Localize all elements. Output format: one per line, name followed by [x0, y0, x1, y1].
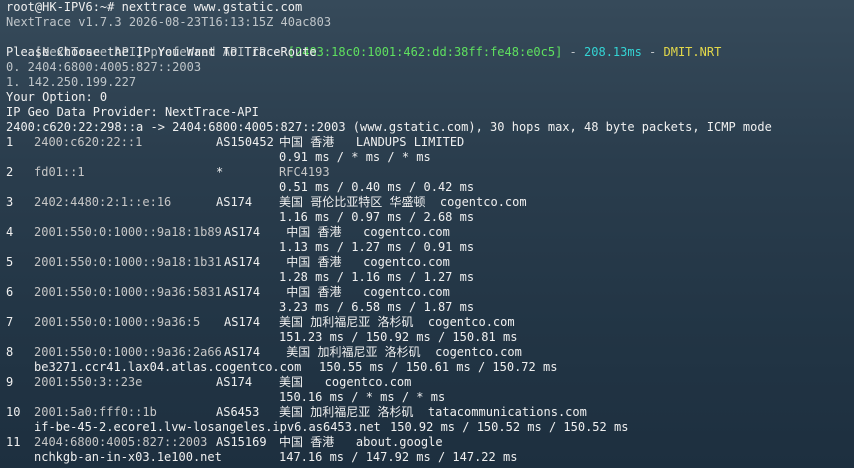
- hop-ip: 2400:c620:22::1: [34, 135, 143, 149]
- hop-asn: AS174: [224, 345, 261, 359]
- hop-asn: AS174: [224, 255, 261, 269]
- hop-geo: 中国 香港 LANDUPS LIMITED: [279, 135, 465, 149]
- hop-ip: 2001:550:0:1000::9a36:2a66: [34, 345, 222, 359]
- geo-provider-line: IP Geo Data Provider: NextTrace-API: [6, 105, 259, 119]
- hop-row: 1 2400:c620:22::1 AS150452 中国 香港 LANDUPS…: [6, 135, 464, 150]
- hop-rtt: 0.91 ms / * ms / * ms: [279, 150, 431, 164]
- hop-number: 11: [6, 435, 21, 449]
- hop-rtt: 0.51 ms / 0.40 ms / 0.42 ms: [279, 180, 475, 194]
- hop-asn: AS174: [224, 315, 261, 329]
- hop-asn: AS150452: [216, 135, 274, 149]
- hop-row: 2 fd01::1 * RFC4193: [6, 165, 330, 180]
- hop-ip: 2001:5a0:fff0::1b: [34, 405, 157, 419]
- hop-asn: AS6453: [216, 405, 260, 419]
- hop-hostname: be3271.ccr41.lax04.atlas.cogentco.com: [34, 360, 302, 374]
- hop-rtt: 151.23 ms / 150.92 ms / 150.81 ms: [279, 330, 518, 344]
- your-option-line: Your Option: 0: [6, 90, 108, 104]
- hop-number: 3: [6, 195, 14, 209]
- hop-rtt: 150.92 ms / 150.52 ms / 150.52 ms: [390, 420, 629, 434]
- hop-geo: 中国 香港 cogentco.com: [279, 225, 450, 239]
- hop-rtt-row: 150.16 ms / * ms / * ms: [6, 390, 445, 405]
- hop-asn: AS174: [224, 285, 261, 299]
- hop-geo: 中国 香港 cogentco.com: [279, 285, 450, 299]
- hop-row: 6 2001:550:0:1000::9a36:5831 AS174 中国 香港…: [6, 285, 450, 300]
- hop-host-row: if-be-45-2.ecore1.lvw-losangeles.ipv6.as…: [6, 420, 628, 435]
- hop-asn: AS174: [224, 225, 261, 239]
- hop-number: 5: [6, 255, 14, 269]
- hop-geo: 美国 cogentco.com: [279, 375, 412, 389]
- hop-rtt: 1.28 ms / 1.16 ms / 1.27 ms: [279, 270, 475, 284]
- hop-number: 7: [6, 315, 14, 329]
- hop-ip: 2001:550:0:1000::9a18:1b89: [34, 225, 222, 239]
- hop-row: 3 2402:4480:2:1::e:16 AS174 美国 哥伦比亚特区 华盛…: [6, 195, 527, 210]
- hop-asn: *: [216, 165, 224, 179]
- hop-hostname: if-be-45-2.ecore1.lvw-losangeles.ipv6.as…: [34, 420, 381, 434]
- hop-ip: 2402:4480:2:1::e:16: [34, 195, 172, 209]
- hop-geo: 美国 加利福尼亚 洛杉矶 cogentco.com: [279, 315, 515, 329]
- ip-option-0: 0. 2404:6800:4005:827::2003: [6, 60, 202, 74]
- hop-geo: 中国 香港 about.google: [279, 435, 443, 449]
- hop-rtt-row: 1.28 ms / 1.16 ms / 1.27 ms: [6, 270, 474, 285]
- choose-ip-line: Please Choose the IP You Want To TraceRo…: [6, 45, 317, 59]
- hop-ip: 2001:550:0:1000::9a36:5831: [34, 285, 222, 299]
- hop-row: 7 2001:550:0:1000::9a36:5 AS174 美国 加利福尼亚…: [6, 315, 515, 330]
- hop-geo: 美国 加利福尼亚 洛杉矶 tatacommunications.com: [279, 405, 587, 419]
- hop-geo: 美国 加利福尼亚 洛杉矶 cogentco.com: [279, 345, 522, 359]
- hop-number: 9: [6, 375, 14, 389]
- hop-rtt: 150.16 ms / * ms / * ms: [279, 390, 446, 404]
- hop-rtt-row: 1.13 ms / 1.27 ms / 0.91 ms: [6, 240, 474, 255]
- hop-number: 1: [6, 135, 14, 149]
- hop-asn: AS174: [216, 375, 253, 389]
- hop-row: 10 2001:5a0:fff0::1b AS6453 美国 加利福尼亚 洛杉矶…: [6, 405, 587, 420]
- hop-rtt-row: 151.23 ms / 150.92 ms / 150.81 ms: [6, 330, 517, 345]
- ip-option-1: 1. 142.250.199.227: [6, 75, 137, 89]
- hop-ip: 2001:550:0:1000::9a36:5: [34, 315, 201, 329]
- hop-number: 2: [6, 165, 14, 179]
- hop-rtt-row: 0.91 ms / * ms / * ms: [6, 150, 431, 165]
- hop-geo: RFC4193: [279, 165, 330, 179]
- hop-row: 4 2001:550:0:1000::9a18:1b89 AS174 中国 香港…: [6, 225, 450, 240]
- api-latency: 208.13ms: [584, 45, 642, 59]
- shell-prompt-line: root@HK-IPV6:~# nexttrace www.gstatic.co…: [6, 0, 303, 14]
- hop-number: 6: [6, 285, 14, 299]
- hop-number: 8: [6, 345, 14, 359]
- version-line: NextTrace v1.7.3 2026-08-23T16:13:15Z 40…: [6, 15, 332, 29]
- api-separator-2: -: [641, 45, 664, 59]
- hop-hostname: nchkgb-an-in-x03.1e100.net: [34, 450, 222, 464]
- hop-ip: 2404:6800:4005:827::2003: [34, 435, 208, 449]
- hop-geo: 美国 哥伦比亚特区 华盛顿 cogentco.com: [279, 195, 527, 209]
- hop-ip: 2001:550:3::23e: [34, 375, 143, 389]
- hop-row: 9 2001:550:3::23e AS174 美国 cogentco.com: [6, 375, 411, 390]
- hop-geo: 中国 香港 cogentco.com: [279, 255, 450, 269]
- api-line: [NextTrace API] preferred API IP - [2403…: [6, 30, 721, 59]
- hop-rtt: 3.23 ms / 6.58 ms / 1.87 ms: [279, 300, 475, 314]
- hop-rtt: 150.55 ms / 150.61 ms / 150.72 ms: [319, 360, 558, 374]
- hop-row: 11 2404:6800:4005:827::2003 AS15169 中国 香…: [6, 435, 443, 450]
- hop-asn: AS174: [216, 195, 253, 209]
- trace-info-line: 2400:c620:22:298::a -> 2404:6800:4005:82…: [6, 120, 772, 134]
- hop-ip: fd01::1: [34, 165, 85, 179]
- hop-number: 10: [6, 405, 21, 419]
- hop-asn: AS15169: [216, 435, 267, 449]
- hop-rtt: 147.16 ms / 147.92 ms / 147.22 ms: [279, 450, 518, 464]
- hop-ip: 2001:550:0:1000::9a18:1b31: [34, 255, 222, 269]
- hop-rtt: 1.16 ms / 0.97 ms / 2.68 ms: [279, 210, 475, 224]
- hop-host-row: be3271.ccr41.lax04.atlas.cogentco.com 15…: [6, 360, 557, 375]
- api-node: DMIT.NRT: [663, 45, 722, 59]
- hop-row: 5 2001:550:0:1000::9a18:1b31 AS174 中国 香港…: [6, 255, 450, 270]
- hop-rtt-row: 0.51 ms / 0.40 ms / 0.42 ms: [6, 180, 474, 195]
- hop-rtt-row: 3.23 ms / 6.58 ms / 1.87 ms: [6, 300, 474, 315]
- hop-host-row: nchkgb-an-in-x03.1e100.net 147.16 ms / 1…: [6, 450, 517, 465]
- hop-rtt-row: 1.16 ms / 0.97 ms / 2.68 ms: [6, 210, 474, 225]
- hop-rtt: 1.13 ms / 1.27 ms / 0.91 ms: [279, 240, 475, 254]
- hop-row: 8 2001:550:0:1000::9a36:2a66 AS174 美国 加利…: [6, 345, 522, 360]
- hop-number: 4: [6, 225, 14, 239]
- api-ip: [2403:18c0:1001:462:dd:38ff:fe48:e0c5]: [287, 45, 563, 59]
- terminal-window[interactable]: root@HK-IPV6:~# nexttrace www.gstatic.co…: [0, 0, 854, 468]
- api-separator-1: -: [562, 45, 585, 59]
